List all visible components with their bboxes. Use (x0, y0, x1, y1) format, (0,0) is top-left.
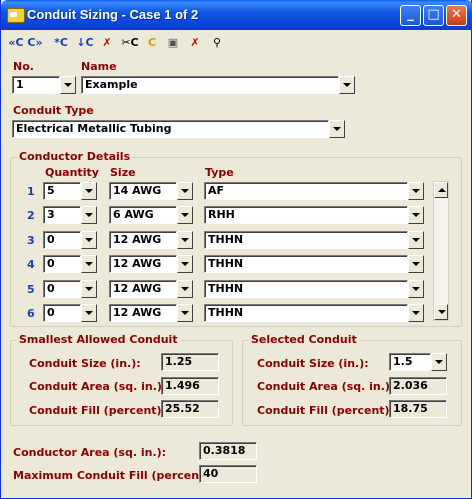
quantity-column-header: Quantity (45, 166, 99, 179)
close-button[interactable]: ✕ (446, 5, 467, 26)
case-number-select[interactable]: 1 (12, 76, 60, 94)
quantity-select[interactable]: 0 (43, 231, 81, 249)
quantity-dropdown-icon[interactable] (81, 304, 97, 322)
size-dropdown-icon[interactable] (177, 280, 193, 298)
row-number: 2 (27, 209, 35, 222)
type-dropdown-icon[interactable] (408, 182, 424, 200)
size-dropdown-icon[interactable] (177, 182, 193, 200)
app-icon (7, 8, 25, 23)
row-number: 3 (27, 234, 35, 247)
insert-case-icon[interactable]: ↓C (75, 34, 95, 52)
name-dropdown-icon[interactable] (339, 76, 355, 94)
quantity-select[interactable]: 3 (43, 206, 81, 224)
size-select[interactable]: 12 AWG (109, 304, 177, 322)
type-dropdown-icon[interactable] (408, 280, 424, 298)
minimize-button[interactable]: _ (400, 5, 421, 26)
name-select[interactable]: Example (81, 76, 339, 94)
size-select[interactable]: 14 AWG (109, 182, 177, 200)
quantity-select[interactable]: 0 (43, 304, 81, 322)
conductor-area-label: Conductor Area (sq. in.): (13, 446, 167, 459)
size-dropdown-icon[interactable] (177, 206, 193, 224)
selected-size-dropdown-icon[interactable] (431, 353, 447, 371)
type-dropdown-icon[interactable] (408, 255, 424, 273)
type-select[interactable]: AF (204, 182, 408, 200)
paste-icon[interactable]: ▣ (165, 34, 181, 52)
smallest-size-label: Conduit Size (in.): (29, 357, 141, 370)
quantity-dropdown-icon[interactable] (81, 182, 97, 200)
max-fill-label: Maximum Conduit Fill (percent): (13, 469, 214, 482)
conductor-details-title: Conductor Details (17, 150, 133, 163)
conduit-sizing-window: Conduit Sizing - Case 1 of 2 _ □ ✕ «C C»… (0, 0, 472, 499)
selected-area-value: 2.036 (389, 377, 447, 395)
max-fill-value: 40 (199, 465, 257, 483)
row-number: 6 (27, 307, 35, 320)
smallest-area-label: Conduit Area (sq. in.): (29, 380, 167, 393)
conduit-type-label: Conduit Type (13, 104, 94, 117)
delete-icon[interactable]: ✗ (99, 34, 115, 52)
scroll-down-icon[interactable] (434, 304, 448, 320)
quantity-dropdown-icon[interactable] (81, 206, 97, 224)
size-dropdown-icon[interactable] (177, 304, 193, 322)
quantity-select[interactable]: 0 (43, 280, 81, 298)
no-label: No. (13, 60, 34, 73)
close-icon: ✕ (451, 7, 462, 22)
zoom-icon[interactable]: ⚲ (209, 34, 225, 52)
smallest-conduit-title: Smallest Allowed Conduit (17, 333, 180, 346)
last-case-icon[interactable]: C» (25, 34, 45, 52)
type-column-header: Type (205, 166, 234, 179)
type-select[interactable]: RHH (204, 206, 408, 224)
cut-icon[interactable]: ✂C (119, 34, 141, 52)
selected-size-select[interactable]: 1.5 (389, 353, 431, 371)
conduit-type-select[interactable]: Electrical Metallic Tubing (12, 120, 329, 138)
type-select[interactable]: THHN (204, 255, 408, 273)
conduit-type-dropdown-icon[interactable] (329, 120, 345, 138)
minimize-icon: _ (407, 7, 414, 22)
conductor-area-value: 0.3818 (199, 442, 257, 460)
smallest-fill-value: 25.52 (161, 400, 219, 418)
smallest-fill-label: Conduit Fill (percent): (29, 404, 166, 417)
window-title: Conduit Sizing - Case 1 of 2 (27, 7, 199, 22)
row-number: 1 (27, 185, 35, 198)
quantity-dropdown-icon[interactable] (81, 280, 97, 298)
type-select[interactable]: THHN (204, 304, 408, 322)
size-dropdown-icon[interactable] (177, 231, 193, 249)
selected-size-label: Conduit Size (in.): (257, 357, 369, 370)
size-select[interactable]: 12 AWG (109, 280, 177, 298)
quantity-select[interactable]: 5 (43, 182, 81, 200)
first-case-icon[interactable]: «C (7, 34, 25, 52)
conductor-scrollbar[interactable] (433, 181, 449, 321)
type-select[interactable]: THHN (204, 280, 408, 298)
smallest-size-value: 1.25 (161, 353, 219, 371)
maximize-icon: □ (427, 7, 440, 22)
type-dropdown-icon[interactable] (408, 206, 424, 224)
type-dropdown-icon[interactable] (408, 231, 424, 249)
case-number-dropdown-icon[interactable] (60, 76, 76, 94)
title-bar[interactable]: Conduit Sizing - Case 1 of 2 _ □ ✕ (1, 0, 472, 30)
selected-area-label: Conduit Area (sq. in.): (257, 380, 395, 393)
size-select[interactable]: 12 AWG (109, 231, 177, 249)
quantity-dropdown-icon[interactable] (81, 255, 97, 273)
name-label: Name (81, 60, 117, 73)
selected-fill-value: 18.75 (389, 400, 447, 418)
size-dropdown-icon[interactable] (177, 255, 193, 273)
type-select[interactable]: THHN (204, 231, 408, 249)
scroll-up-icon[interactable] (434, 182, 448, 198)
size-select[interactable]: 12 AWG (109, 255, 177, 273)
selected-conduit-title: Selected Conduit (249, 333, 359, 346)
selected-fill-label: Conduit Fill (percent): (257, 404, 394, 417)
new-case-icon[interactable]: *C (51, 34, 71, 52)
smallest-area-value: 1.496 (161, 377, 219, 395)
size-select[interactable]: 6 AWG (109, 206, 177, 224)
copy-icon[interactable]: C (145, 34, 159, 52)
quantity-dropdown-icon[interactable] (81, 231, 97, 249)
size-column-header: Size (110, 166, 136, 179)
type-dropdown-icon[interactable] (408, 304, 424, 322)
row-number: 5 (27, 283, 35, 296)
maximize-button[interactable]: □ (423, 5, 444, 26)
delete-all-icon[interactable]: ✗ (187, 34, 203, 52)
row-number: 4 (27, 258, 35, 271)
quantity-select[interactable]: 0 (43, 255, 81, 273)
